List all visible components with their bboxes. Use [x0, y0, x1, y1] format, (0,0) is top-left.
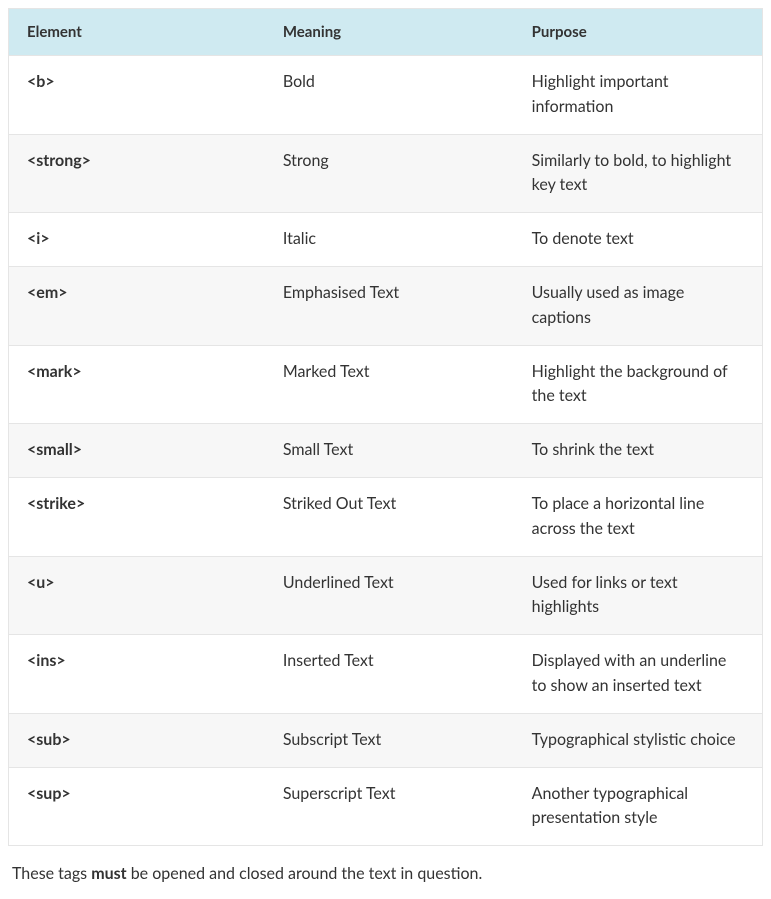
table-row: <strong> Strong Similarly to bold, to hi…: [9, 134, 763, 213]
cell-element: <strike>: [9, 477, 265, 556]
cell-meaning: Italic: [265, 213, 514, 267]
cell-element: <mark>: [9, 345, 265, 424]
cell-purpose: To denote text: [514, 213, 763, 267]
cell-purpose: Displayed with an underline to show an i…: [514, 635, 763, 714]
footer-strong: must: [91, 864, 126, 883]
footer-note: These tags must be opened and closed aro…: [8, 846, 763, 891]
cell-purpose: Highlight the background of the text: [514, 345, 763, 424]
cell-purpose: Similarly to bold, to highlight key text: [514, 134, 763, 213]
cell-purpose: Highlight important information: [514, 56, 763, 135]
cell-purpose: To shrink the text: [514, 424, 763, 478]
cell-element: <sub>: [9, 713, 265, 767]
cell-element: <ins>: [9, 635, 265, 714]
table-header-row: Element Meaning Purpose: [9, 9, 763, 56]
cell-purpose: Usually used as image captions: [514, 266, 763, 345]
table-body: <b> Bold Highlight important information…: [9, 56, 763, 846]
footer-suffix: be opened and closed around the text in …: [127, 864, 483, 883]
cell-meaning: Bold: [265, 56, 514, 135]
footer-prefix: These tags: [12, 864, 91, 883]
cell-meaning: Strong: [265, 134, 514, 213]
table-row: <b> Bold Highlight important information: [9, 56, 763, 135]
cell-element: <b>: [9, 56, 265, 135]
table-row: <strike> Striked Out Text To place a hor…: [9, 477, 763, 556]
cell-meaning: Inserted Text: [265, 635, 514, 714]
table-row: <sup> Superscript Text Another typograph…: [9, 767, 763, 846]
header-element: Element: [9, 9, 265, 56]
cell-purpose: Used for links or text highlights: [514, 556, 763, 635]
table-row: <mark> Marked Text Highlight the backgro…: [9, 345, 763, 424]
cell-element: <em>: [9, 266, 265, 345]
cell-element: <u>: [9, 556, 265, 635]
cell-meaning: Small Text: [265, 424, 514, 478]
cell-meaning: Emphasised Text: [265, 266, 514, 345]
cell-meaning: Underlined Text: [265, 556, 514, 635]
table-row: <small> Small Text To shrink the text: [9, 424, 763, 478]
table-row: <em> Emphasised Text Usually used as ima…: [9, 266, 763, 345]
cell-element: <i>: [9, 213, 265, 267]
table-row: <u> Underlined Text Used for links or te…: [9, 556, 763, 635]
table-row: <ins> Inserted Text Displayed with an un…: [9, 635, 763, 714]
header-meaning: Meaning: [265, 9, 514, 56]
cell-element: <sup>: [9, 767, 265, 846]
cell-meaning: Superscript Text: [265, 767, 514, 846]
cell-meaning: Marked Text: [265, 345, 514, 424]
table-row: <sub> Subscript Text Typographical styli…: [9, 713, 763, 767]
cell-element: <small>: [9, 424, 265, 478]
cell-meaning: Striked Out Text: [265, 477, 514, 556]
html-elements-table: Element Meaning Purpose <b> Bold Highlig…: [8, 8, 763, 846]
cell-purpose: To place a horizontal line across the te…: [514, 477, 763, 556]
cell-meaning: Subscript Text: [265, 713, 514, 767]
table-row: <i> Italic To denote text: [9, 213, 763, 267]
cell-purpose: Another typographical presentation style: [514, 767, 763, 846]
header-purpose: Purpose: [514, 9, 763, 56]
cell-element: <strong>: [9, 134, 265, 213]
cell-purpose: Typographical stylistic choice: [514, 713, 763, 767]
